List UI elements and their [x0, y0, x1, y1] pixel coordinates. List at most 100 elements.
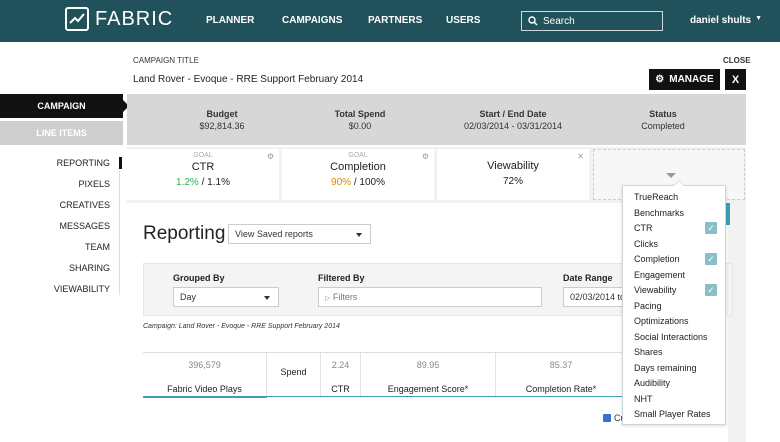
dropdown-item[interactable]: Social Interactions	[634, 332, 708, 342]
subnav-messages[interactable]: MESSAGES	[59, 221, 110, 231]
metric-name: CTR	[331, 384, 350, 394]
summary-budget: Budget $92,814.36	[167, 108, 277, 132]
reporting-title: Reporting	[143, 223, 226, 244]
subnav-team[interactable]: TEAM	[85, 242, 110, 252]
gear-icon: ⚙	[655, 74, 665, 85]
date-range-label: Date Range	[563, 273, 613, 283]
subnav-sharing[interactable]: SHARING	[69, 263, 110, 273]
campaign-summary: Budget $92,814.36 Total Spend $0.00 Star…	[127, 94, 746, 145]
dropdown-item[interactable]: Pacing	[634, 301, 662, 311]
metric-spend[interactable]: Spend	[267, 353, 321, 398]
nav-planner[interactable]: PLANNER	[206, 15, 254, 26]
checkbox-icon	[603, 414, 611, 422]
goal-options-dropdown: TrueReach Benchmarks CTR ✓ Clicks Completion ✓…	[622, 180, 726, 425]
manage-button[interactable]: ⚙ MANAGE	[649, 69, 720, 90]
goal-card-viewability[interactable]: ✕ Viewability 72%	[437, 149, 589, 200]
goal-name: Viewability	[487, 160, 539, 172]
subnav-pixels[interactable]: PIXELS	[78, 179, 110, 189]
sidebar-item-campaign[interactable]: CAMPAIGN	[0, 94, 129, 118]
metric-value: 396,579	[188, 360, 221, 370]
close-link[interactable]: CLOSE	[723, 56, 751, 65]
filters-input[interactable]: ▷ Filters	[318, 287, 542, 307]
metric-ctr[interactable]: 2.24 CTR	[321, 353, 361, 398]
close-button[interactable]: X	[725, 69, 746, 90]
dropdown-item[interactable]: Shares	[634, 347, 663, 357]
goal-value: 72%	[437, 176, 589, 187]
dropdown-item[interactable]: Audibility	[634, 378, 670, 388]
saved-reports-select[interactable]: View Saved reports	[228, 224, 371, 244]
dropdown-item[interactable]: Clicks	[634, 239, 658, 249]
grouped-by-label: Grouped By	[173, 273, 225, 283]
summary-status-value: Completed	[641, 121, 685, 131]
logo-chart-icon	[65, 7, 89, 31]
metric-active-underline	[143, 396, 267, 398]
summary-dates-title: Start / End Date	[479, 109, 547, 119]
grouped-by-select[interactable]: Day	[173, 287, 279, 307]
dropdown-item[interactable]: TrueReach	[634, 192, 678, 202]
fabric-logo[interactable]: FABRIC	[65, 7, 173, 31]
summary-budget-title: Budget	[206, 109, 238, 119]
subnav-active-indicator	[119, 157, 122, 169]
subnav-track	[119, 170, 120, 295]
dropdown-item[interactable]: NHT	[634, 394, 653, 404]
summary-dates: Start / End Date 02/03/2014 - 03/31/2014	[443, 108, 583, 132]
metric-completion[interactable]: 85.37 Completion Rate*	[496, 353, 626, 398]
metric-value: 85.37	[549, 360, 573, 370]
dropdown-item[interactable]: Completion	[634, 254, 680, 264]
gear-icon[interactable]: ⚙	[422, 152, 429, 161]
summary-spend: Total Spend $0.00	[305, 108, 415, 132]
date-range-input[interactable]: 02/03/2014 to	[563, 287, 625, 307]
goal-label: GOAL	[193, 152, 213, 159]
search-box[interactable]: Search	[521, 11, 663, 31]
metric-name: Engagement Score*	[387, 384, 469, 394]
dropdown-item[interactable]: Small Player Rates	[634, 409, 711, 419]
goal-value: 90% / 100%	[282, 177, 434, 188]
caret-down-icon	[264, 296, 270, 300]
user-menu[interactable]: daniel shults ▼	[690, 15, 762, 26]
date-range-value: 02/03/2014 to	[570, 292, 625, 302]
search-input[interactable]: Search	[543, 16, 575, 27]
goal-target: / 100%	[351, 177, 385, 188]
subnav-viewability[interactable]: VIEWABILITY	[54, 284, 110, 294]
campaign-title: Land Rover - Evoque - RRE Support Februa…	[133, 74, 364, 85]
goal-value: 1.2% / 1.1%	[127, 177, 279, 188]
checkmark-icon[interactable]: ✓	[705, 253, 717, 265]
summary-status-title: Status	[649, 109, 677, 119]
goal-label: GOAL	[348, 152, 368, 159]
summary-budget-value: $92,814.36	[199, 121, 245, 131]
nav-campaigns[interactable]: CAMPAIGNS	[282, 15, 342, 26]
dropdown-item[interactable]: Days remaining	[634, 363, 697, 373]
goal-actual: 1.2%	[176, 177, 199, 188]
campaign-title-label: CAMPAIGN TITLE	[133, 56, 199, 65]
metric-name: Fabric Video Plays	[167, 384, 242, 394]
summary-spend-value: $0.00	[348, 121, 372, 131]
close-icon[interactable]: ✕	[577, 152, 584, 161]
caret-down-icon[interactable]	[666, 173, 676, 178]
metric-engagement[interactable]: 89.95 Engagement Score*	[361, 353, 496, 398]
gear-icon[interactable]: ⚙	[267, 152, 274, 161]
dropdown-item[interactable]: CTR	[634, 223, 653, 233]
metric-value: 2.24	[331, 360, 350, 370]
goal-card-ctr[interactable]: ⚙ GOAL CTR 1.2% / 1.1%	[127, 149, 279, 200]
metric-name: Completion Rate*	[525, 384, 597, 394]
summary-dates-value: 02/03/2014 - 03/31/2014	[463, 121, 563, 131]
dropdown-item[interactable]: Engagement	[634, 270, 685, 280]
checkmark-icon[interactable]: ✓	[705, 284, 717, 296]
sidebar-item-line-items[interactable]: LINE ITEMS	[0, 121, 123, 145]
dropdown-item[interactable]: Viewability	[634, 285, 676, 295]
panel-scrollbar[interactable]	[726, 203, 730, 225]
dropdown-item[interactable]: Benchmarks	[634, 208, 684, 218]
subnav-creatives[interactable]: CREATIVES	[60, 200, 110, 210]
goal-card-completion[interactable]: ⚙ GOAL Completion 90% / 100%	[282, 149, 434, 200]
search-icon	[528, 16, 538, 26]
dropdown-item[interactable]: Optimizations	[634, 316, 689, 326]
campaign-note: Campaign: Land Rover - Evoque - RRE Supp…	[143, 323, 340, 330]
nav-partners[interactable]: PARTNERS	[368, 15, 422, 26]
checkmark-icon[interactable]: ✓	[705, 222, 717, 234]
brand-name: FABRIC	[95, 7, 174, 30]
nav-users[interactable]: USERS	[446, 15, 480, 26]
goal-name: CTR	[191, 161, 215, 173]
caret-down-icon	[356, 233, 362, 237]
subnav-reporting[interactable]: REPORTING	[57, 158, 110, 168]
metric-plays[interactable]: 396,579 Fabric Video Plays	[143, 353, 267, 398]
